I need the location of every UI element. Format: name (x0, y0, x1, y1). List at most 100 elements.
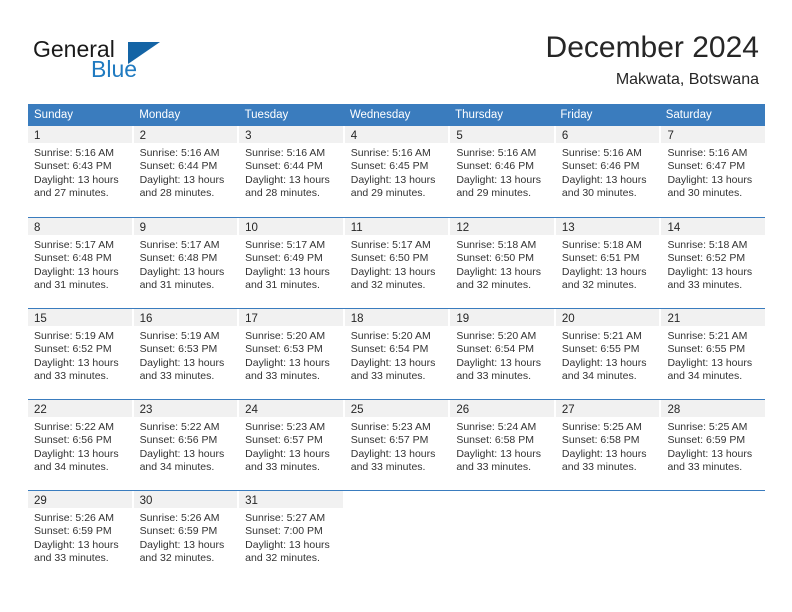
sunset-text: Sunset: 6:57 PM (245, 434, 323, 447)
sunset-text: Sunset: 6:43 PM (34, 160, 112, 173)
day-cell[interactable]: 31 Sunrise: 5:27 AM Sunset: 7:00 PM Dayligh… (239, 491, 343, 581)
day-cell[interactable]: 21 Sunrise: 5:21 AM Sunset: 6:55 PM Dayligh… (661, 309, 766, 399)
day-number-band (556, 491, 660, 508)
day-cell[interactable]: 29 Sunrise: 5:26 AM Sunset: 6:59 PM Dayligh… (28, 491, 132, 581)
day-number: 26 (456, 404, 470, 416)
day-cell[interactable]: 25 Sunrise: 5:23 AM Sunset: 6:57 PM Dayligh… (344, 400, 449, 490)
day-cell[interactable]: 22 Sunrise: 5:22 AM Sunset: 6:56 PM Dayligh… (28, 400, 132, 490)
day-cell-empty (556, 491, 660, 581)
daylight-text-line2: and 33 minutes. (245, 461, 320, 474)
sunrise-text: Sunrise: 5:16 AM (667, 147, 748, 159)
sunrise-text: Sunrise: 5:20 AM (456, 330, 537, 342)
daylight-text-line2: and 33 minutes. (245, 370, 320, 383)
sunrise-text: Sunrise: 5:18 AM (561, 239, 642, 251)
sunrise-text: Sunrise: 5:27 AM (245, 512, 326, 524)
day-cell[interactable]: 18 Sunrise: 5:20 AM Sunset: 6:54 PM Dayligh… (344, 309, 449, 399)
daylight-text-line1: Daylight: 13 hours (667, 356, 753, 369)
day-info: Sunrise: 5:21 AM Sunset: 6:55 PM Daylight:… (556, 326, 660, 384)
daylight-text-line2: and 32 minutes. (561, 279, 637, 292)
day-cell[interactable]: 20 Sunrise: 5:21 AM Sunset: 6:55 PM Dayligh… (555, 309, 660, 399)
day-cell[interactable]: 23 Sunrise: 5:22 AM Sunset: 6:56 PM Dayligh… (133, 400, 238, 490)
daylight-text-line1: Daylight: 13 hours (139, 356, 225, 369)
day-info: Sunrise: 5:20 AM Sunset: 6:54 PM Daylight:… (345, 326, 449, 384)
day-number-band: 22 (28, 400, 132, 417)
day-number: 12 (456, 222, 470, 234)
sunset-text: Sunset: 6:51 PM (561, 252, 640, 265)
day-cell[interactable]: 3 Sunrise: 5:16 AM Sunset: 6:44 PM Daylight… (239, 126, 343, 217)
day-cell[interactable]: 1 Sunrise: 5:16 AM Sunset: 6:43 PM Daylight… (28, 126, 132, 217)
weekday-header-wednesday: Wednesday (349, 109, 411, 121)
day-number: 5 (456, 130, 463, 142)
sunset-text: Sunset: 6:55 PM (561, 343, 640, 356)
day-info: Sunrise: 5:26 AM Sunset: 6:59 PM Daylight:… (134, 508, 238, 566)
daylight-text-line1: Daylight: 13 hours (245, 173, 330, 186)
day-number: 4 (350, 130, 358, 142)
sunset-text: Sunset: 6:53 PM (245, 343, 323, 356)
sunset-text: Sunset: 6:52 PM (667, 252, 746, 265)
daylight-text-line1: Daylight: 13 hours (456, 265, 541, 278)
day-cell[interactable]: 13 Sunrise: 5:18 AM Sunset: 6:51 PM Dayligh… (555, 218, 660, 308)
daylight-text-line1: Daylight: 13 hours (350, 447, 436, 460)
day-cell[interactable]: 30 Sunrise: 5:26 AM Sunset: 6:59 PM Dayligh… (133, 491, 238, 581)
daylight-text-line1: Daylight: 13 hours (245, 356, 330, 369)
daylight-text-line2: and 31 minutes. (245, 279, 320, 292)
daylight-text-line2: and 33 minutes. (350, 370, 426, 383)
day-cell[interactable]: 15 Sunrise: 5:19 AM Sunset: 6:52 PM Dayligh… (28, 309, 132, 399)
day-cell[interactable]: 26 Sunrise: 5:24 AM Sunset: 6:58 PM Dayligh… (450, 400, 554, 490)
day-cell[interactable]: 7 Sunrise: 5:16 AM Sunset: 6:47 PM Daylight… (661, 126, 766, 217)
day-cell[interactable]: 16 Sunrise: 5:19 AM Sunset: 6:53 PM Dayligh… (133, 309, 238, 399)
day-cell[interactable]: 5 Sunrise: 5:16 AM Sunset: 6:46 PM Daylight… (450, 126, 554, 217)
day-info: Sunrise: 5:23 AM Sunset: 6:57 PM Daylight:… (345, 417, 449, 475)
daylight-text-line2: and 33 minutes. (667, 279, 743, 292)
day-info: Sunrise: 5:19 AM Sunset: 6:53 PM Daylight:… (134, 326, 238, 384)
sunrise-text: Sunrise: 5:19 AM (139, 330, 220, 342)
day-cell[interactable]: 6 Sunrise: 5:16 AM Sunset: 6:46 PM Daylight… (555, 126, 660, 217)
day-number: 24 (245, 404, 258, 416)
daylight-text-line2: and 34 minutes. (667, 370, 743, 383)
location-subtitle: Makwata, Botswana (615, 71, 759, 88)
sunrise-text: Sunrise: 5:16 AM (561, 147, 642, 159)
day-number: 20 (561, 313, 575, 325)
day-info (345, 508, 449, 512)
day-cell[interactable]: 27 Sunrise: 5:25 AM Sunset: 6:58 PM Dayligh… (555, 400, 660, 490)
day-cell[interactable]: 10 Sunrise: 5:17 AM Sunset: 6:49 PM Dayligh… (239, 218, 343, 308)
day-number: 16 (139, 313, 153, 325)
day-cell[interactable]: 2 Sunrise: 5:16 AM Sunset: 6:44 PM Daylight… (133, 126, 238, 217)
day-number-band: 28 (661, 400, 766, 417)
daylight-text-line1: Daylight: 13 hours (561, 265, 647, 278)
day-cell[interactable]: 4 Sunrise: 5:16 AM Sunset: 6:45 PM Daylight… (344, 126, 449, 217)
daylight-text-line1: Daylight: 13 hours (561, 356, 647, 369)
sunset-text: Sunset: 6:55 PM (667, 343, 746, 356)
daylight-text-line2: and 33 minutes. (456, 370, 532, 383)
day-number: 27 (561, 404, 575, 416)
day-cell[interactable]: 28 Sunrise: 5:25 AM Sunset: 6:59 PM Dayligh… (661, 400, 766, 490)
page-header: General Blue December 2024 Makwata, Bots… (0, 0, 792, 96)
day-cell[interactable]: 12 Sunrise: 5:18 AM Sunset: 6:50 PM Dayligh… (450, 218, 554, 308)
day-cell[interactable]: 17 Sunrise: 5:20 AM Sunset: 6:53 PM Dayligh… (239, 309, 343, 399)
day-cell[interactable]: 8 Sunrise: 5:17 AM Sunset: 6:48 PM Daylight… (28, 218, 132, 308)
day-cell[interactable]: 11 Sunrise: 5:17 AM Sunset: 6:50 PM Dayligh… (344, 218, 449, 308)
day-number-band: 19 (450, 309, 554, 326)
day-number-band: 16 (133, 309, 238, 326)
day-number: 17 (245, 313, 258, 325)
daylight-text-line1: Daylight: 13 hours (667, 173, 753, 186)
sunset-text: Sunset: 6:56 PM (139, 434, 218, 447)
day-cell[interactable]: 24 Sunrise: 5:23 AM Sunset: 6:57 PM Dayligh… (239, 400, 343, 490)
day-cell[interactable]: 14 Sunrise: 5:18 AM Sunset: 6:52 PM Dayligh… (661, 218, 766, 308)
day-number-band: 2 (133, 126, 238, 143)
day-cell[interactable]: 19 Sunrise: 5:20 AM Sunset: 6:54 PM Dayligh… (450, 309, 554, 399)
day-cell[interactable]: 9 Sunrise: 5:17 AM Sunset: 6:48 PM Daylight… (133, 218, 238, 308)
day-number: 1 (34, 130, 41, 142)
day-number-band: 31 (239, 491, 343, 508)
daylight-text-line1: Daylight: 13 hours (667, 265, 753, 278)
day-info: Sunrise: 5:18 AM Sunset: 6:52 PM Daylight:… (661, 235, 765, 293)
day-cell-empty (345, 491, 449, 581)
sunset-text: Sunset: 6:59 PM (139, 525, 218, 538)
day-number: 18 (350, 313, 364, 325)
daylight-text-line2: and 33 minutes. (139, 370, 215, 383)
daylight-text-line2: and 28 minutes. (245, 187, 320, 200)
sunrise-text: Sunrise: 5:26 AM (34, 512, 114, 524)
day-number: 29 (34, 495, 47, 507)
day-number-band: 30 (133, 491, 238, 508)
sunrise-text: Sunrise: 5:20 AM (350, 330, 431, 342)
